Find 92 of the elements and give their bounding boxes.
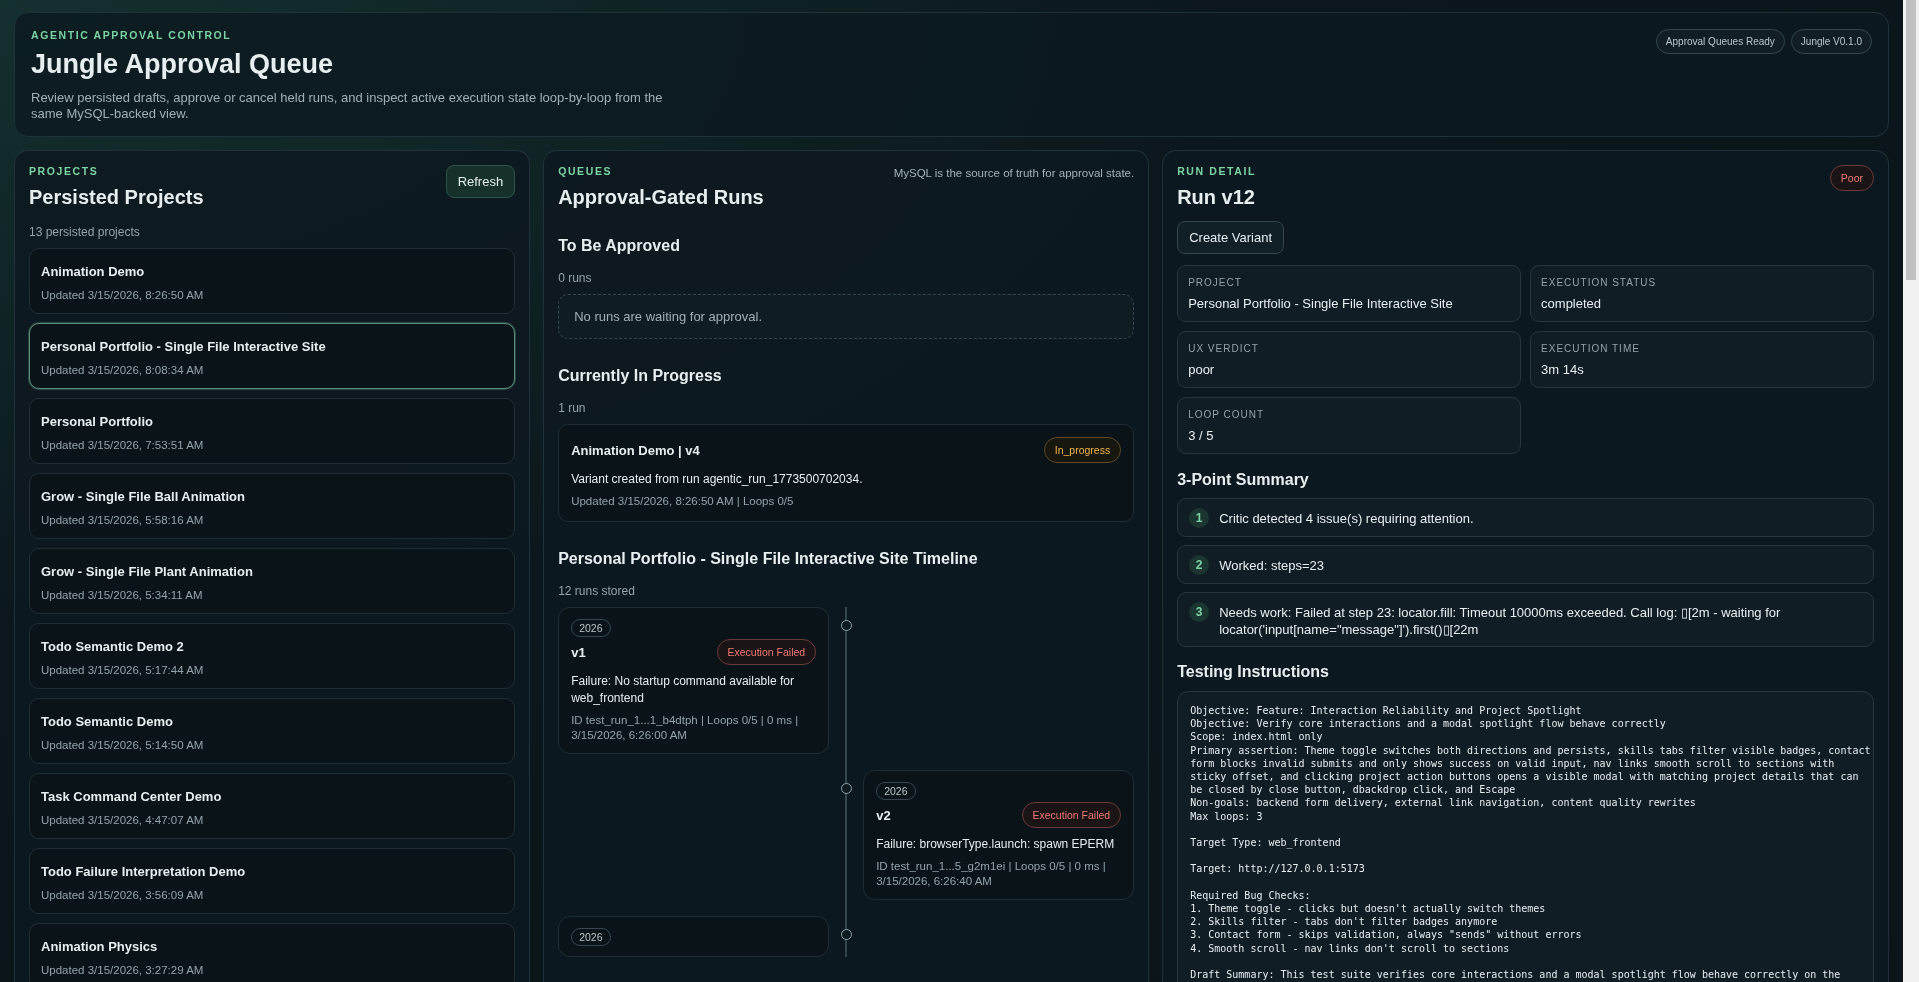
field-value: 3m 14s (1541, 362, 1585, 377)
timeline-dot-icon (840, 620, 852, 631)
summary-text: Needs work: Failed at step 23: locator.fill: Timeout 10000ms exceeded. Call log: ▯[2m - waiting for locator('input[name="message"]').first()▯[22m (1219, 604, 1782, 638)
project-item[interactable]: Task Command Center Demo Updated 3/15/2026, 4:47:07 AM (29, 773, 516, 839)
run-description: Variant created from run agentic_run_1773500702034. (571, 471, 864, 488)
project-updated: Updated 3/15/2026, 5:17:44 AM (41, 664, 205, 676)
project-name: Animation Demo (41, 264, 146, 279)
status-pill: Jungle V0.1.0 (1790, 29, 1872, 54)
create-variant-button[interactable]: Create Variant (1177, 221, 1285, 254)
section-title: Approval-Gated Runs (558, 186, 764, 209)
scrollbar[interactable] (1903, 0, 1919, 982)
queue-title: Currently In Progress (558, 367, 723, 385)
summary-title: 3-Point Summary (1177, 471, 1310, 489)
point-number: 2 (1189, 555, 1210, 575)
project-name: Personal Portfolio - Single File Interactive Site (41, 339, 327, 354)
field-label: PROJECT (1188, 277, 1243, 288)
section-title: Persisted Projects (29, 186, 204, 209)
run-card[interactable]: Animation Demo | v4 In_progress Variant created from run agentic_run_1773500702034. Updated 3/15/2026, 8:26:50 AM | Loops 0/5 (558, 424, 1135, 522)
project-item[interactable]: Personal Portfolio Updated 3/15/2026, 7:53:51 AM (29, 398, 516, 464)
section-eyebrow: QUEUES (558, 165, 614, 177)
run-version: v1 (571, 644, 586, 660)
testing-instructions: Objective: Feature: Interaction Reliability and Project Spotlight Objective: Verify core interactions and a modal spotlight flow behave correctly Scope: index.html only Primary assertion: Theme toggle switches both directions and persists, skills tabs filter visible badges, contact form blocks invalid submits and only shows success on valid input, nav links smooth scroll to sections with sticky offset, and clicking project action buttons opens a visible modal with matching project details that can be closed by close button, dbackdrop click, and Escape Non-goals: backend form delivery, external link navigation, content quality rewrites Max loops: 3 Target Type: web_frontend Target: http://127.0.0.1:5173 Required Bug Checks: 1. Theme toggle - clicks but doesn't actually switch themes 2. Skills filter - tabs don't filter badges anymore 3. Contact form - skips validation, always "sends" without errors 4. Smooth scroll - nav links don't scroll to sections Draft Summary: This test suite verifies core interactions and a modal spotlight flow behave correctly on the (1177, 691, 1874, 982)
project-updated: Updated 3/15/2026, 8:08:34 AM (41, 364, 205, 376)
project-updated: Updated 3/15/2026, 3:56:09 AM (41, 889, 205, 901)
project-name: Animation Physics (41, 939, 159, 954)
timeline-dot-icon (840, 783, 852, 794)
run-version: v2 (876, 807, 891, 823)
project-updated: Updated 3/15/2026, 7:53:51 AM (41, 439, 205, 451)
project-updated: Updated 3/15/2026, 5:58:16 AM (41, 514, 205, 526)
project-name: Grow - Single File Plant Animation (41, 564, 254, 579)
project-name: Todo Failure Interpretation Demo (41, 864, 247, 879)
field-value: completed (1541, 296, 1603, 311)
header-eyebrow: AGENTIC APPROVAL CONTROL (31, 29, 233, 41)
source-note: MySQL is the source of truth for approval state. (893, 167, 1135, 179)
instructions-title: Testing Instructions (1177, 663, 1330, 681)
field-label: EXECUTION TIME (1541, 343, 1641, 354)
project-updated: Updated 3/15/2026, 5:14:50 AM (41, 739, 205, 751)
summary-text: Worked: steps=23 (1219, 557, 1325, 574)
project-item[interactable]: Personal Portfolio - Single File Interactive Site Updated 3/15/2026, 8:08:34 AM (29, 323, 516, 389)
project-item[interactable]: Todo Failure Interpretation Demo Updated 3/15/2026, 3:56:09 AM (29, 848, 516, 914)
project-updated: Updated 3/15/2026, 8:26:50 AM (41, 289, 205, 301)
summary-text: Critic detected 4 issue(s) requiring attention. (1219, 510, 1474, 527)
project-updated: Updated 3/15/2026, 3:27:29 AM (41, 964, 205, 976)
status-badge: Execution Failed (716, 639, 817, 665)
project-item[interactable]: Todo Semantic Demo Updated 3/15/2026, 5:14:50 AM (29, 698, 516, 764)
failure-text: Failure: No startup command available for web_frontend (571, 673, 795, 707)
project-updated: Updated 3/15/2026, 4:47:07 AM (41, 814, 205, 826)
timeline-title: Personal Portfolio - Single File Interactive Site Timeline (558, 550, 979, 568)
project-item[interactable]: Todo Semantic Demo 2 Updated 3/15/2026, 5:17:44 AM (29, 623, 516, 689)
status-badge: Execution Failed (1021, 802, 1122, 828)
project-name: Personal Portfolio (41, 414, 154, 429)
section-eyebrow: RUN DETAIL (1177, 165, 1256, 177)
failure-text: Failure: browserType.launch: spawn EPERM (876, 836, 1116, 853)
project-name: Todo Semantic Demo 2 (41, 639, 185, 654)
point-number: 1 (1189, 508, 1210, 528)
project-name: Task Command Center Demo (41, 789, 223, 804)
timeline-dot-icon (840, 929, 852, 940)
status-badge: In_progress (1043, 437, 1122, 463)
run-meta: Updated 3/15/2026, 8:26:50 AM | Loops 0/5 (571, 494, 795, 509)
field-label: LOOP COUNT (1188, 409, 1266, 420)
project-item[interactable]: Animation Demo Updated 3/15/2026, 8:26:50 AM (29, 248, 516, 314)
timeline-card[interactable]: 2026 v2 Execution Failed Failure: browserType.launch: spawn EPERM ID test_run_1...5_g2m1ei | Loops 0/5 | 0 ms | 3/15/2026, 6:26:40 AM (863, 770, 1135, 900)
queue-count: 1 run (558, 401, 587, 415)
project-item[interactable]: Grow - Single File Ball Animation Updated 3/15/2026, 5:58:16 AM (29, 473, 516, 539)
status-pill: Approval Queues Ready (1655, 29, 1785, 54)
page-title: Jungle Approval Queue (31, 49, 335, 80)
project-name: Grow - Single File Ball Animation (41, 489, 246, 504)
project-count: 13 persisted projects (29, 225, 141, 239)
section-title: Run v12 (1177, 186, 1256, 209)
field-label: EXECUTION STATUS (1541, 277, 1658, 288)
point-number: 3 (1189, 602, 1210, 622)
timeline-card[interactable]: 2026 v1 Execution Failed Failure: No startup command available for web_frontend ID test_run_1...1_b4dtph | Loops 0/5 | 0 ms | 3/15/2026, 6:26:00 AM (558, 607, 830, 754)
empty-state: No runs are waiting for approval. (558, 294, 1135, 339)
project-item[interactable]: Grow - Single File Plant Animation Updated 3/15/2026, 5:34:11 AM (29, 548, 516, 614)
queue-title: To Be Approved (558, 237, 681, 255)
project-name: Todo Semantic Demo (41, 714, 174, 729)
project-item[interactable]: Animation Physics Updated 3/15/2026, 3:27:29 AM (29, 923, 516, 982)
timeline-card[interactable]: 2026 (558, 916, 830, 957)
run-meta: ID test_run_1...5_g2m1ei | Loops 0/5 | 0 ms | 3/15/2026, 6:26:40 AM (876, 859, 1107, 889)
field-value: poor (1188, 362, 1216, 377)
refresh-button[interactable]: Refresh (445, 165, 516, 198)
field-value: 3 / 5 (1188, 428, 1215, 443)
field-value: Personal Portfolio - Single File Interactive Site (1188, 296, 1454, 311)
verdict-badge: Poor (1829, 165, 1874, 191)
run-title: Animation Demo | v4 (571, 442, 700, 458)
run-meta: ID test_run_1...1_b4dtph | Loops 0/5 | 0 ms | 3/15/2026, 6:26:00 AM (571, 713, 800, 743)
field-label: UX VERDICT (1188, 343, 1260, 354)
queue-count: 0 runs (558, 271, 593, 285)
timeline-count: 12 runs stored (558, 584, 636, 598)
section-eyebrow: PROJECTS (29, 165, 100, 177)
project-updated: Updated 3/15/2026, 5:34:11 AM (41, 589, 204, 601)
page-description: Review persisted drafts, approve or cancel held runs, and inspect active execution state loop-by-loop from the same MySQL-backed view. (31, 90, 664, 122)
